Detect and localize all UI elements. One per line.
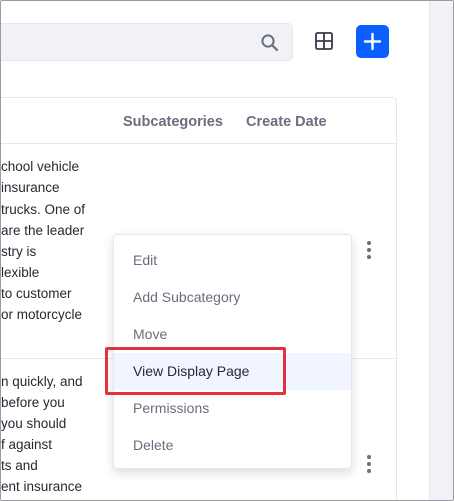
menu-item-permissions[interactable]: Permissions <box>114 390 351 427</box>
menu-item-edit[interactable]: Edit <box>114 242 351 279</box>
kebab-menu-icon[interactable] <box>363 454 375 474</box>
column-header-subcategories[interactable]: Subcategories <box>123 114 223 130</box>
menu-item-view-display-page[interactable]: View Display Page <box>114 353 351 390</box>
row-description-line: f against <box>1 437 53 452</box>
header-divider <box>1 143 397 144</box>
row-description-line: before you <box>1 395 65 410</box>
actions-dropdown-menu: Edit Add Subcategory Move View Display P… <box>113 234 352 469</box>
search-icon[interactable] <box>260 33 280 53</box>
row-description-line: you should <box>1 416 67 431</box>
row-description-line: are the leader <box>1 223 85 238</box>
row-description-line: or motorcycle <box>1 307 83 322</box>
column-header-create-date[interactable]: Create Date <box>246 114 327 130</box>
right-scroll-rail[interactable] <box>429 1 453 500</box>
row-description-line: stry is <box>1 244 37 259</box>
menu-item-move[interactable]: Move <box>114 316 351 353</box>
row-description-line: n quickly, and <box>1 374 83 389</box>
row-description-line: trucks. One of <box>1 202 86 217</box>
app-frame: Subcategories Create Date chool vehicle … <box>0 0 454 501</box>
kebab-menu-icon[interactable] <box>363 240 375 260</box>
row-description-line: ent insurance <box>1 479 83 494</box>
row-description-line: ts and <box>1 458 38 473</box>
plus-icon <box>363 32 382 51</box>
add-button[interactable] <box>356 25 389 58</box>
menu-item-add-subcategory[interactable]: Add Subcategory <box>114 279 351 316</box>
row-description-line: insurance <box>1 180 60 195</box>
search-input[interactable] <box>1 23 293 61</box>
menu-item-delete[interactable]: Delete <box>114 427 351 464</box>
row-description-line: to customer <box>1 286 72 301</box>
row-description-line: chool vehicle <box>1 159 80 174</box>
grid-view-icon[interactable] <box>313 30 335 52</box>
row-description-line: lexible <box>1 265 40 280</box>
